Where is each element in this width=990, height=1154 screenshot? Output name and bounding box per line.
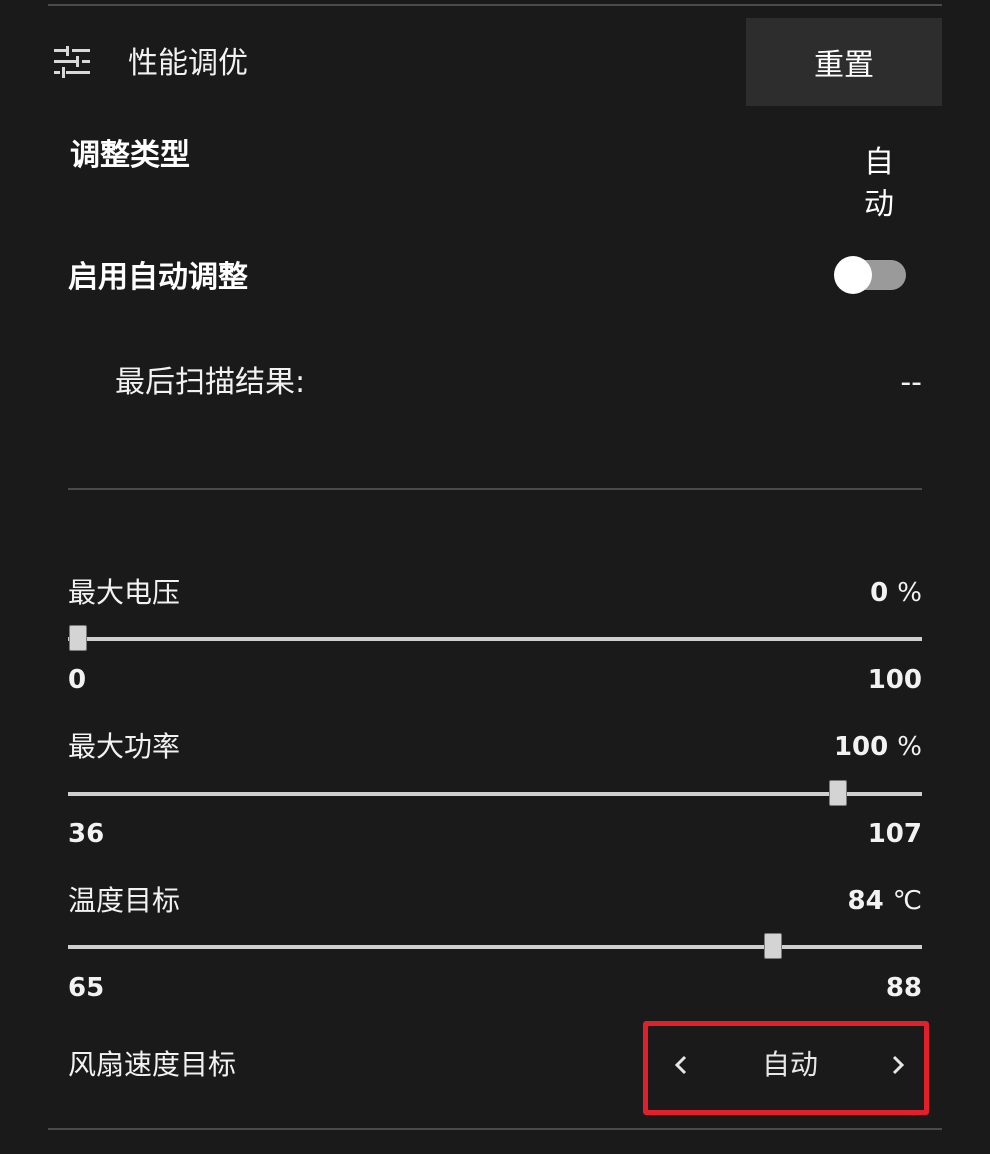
temp-target-unit: ℃ <box>892 886 922 916</box>
temp-target-max: 88 <box>885 973 922 1003</box>
tuning-type-value-line2: 动 <box>864 187 894 222</box>
fan-speed-label: 风扇速度目标 <box>68 1048 237 1081</box>
top-divider <box>48 4 942 6</box>
tuning-type-label: 调整类型 <box>70 138 190 173</box>
max-voltage-value: 0 % <box>870 573 922 613</box>
toggle-knob <box>834 256 872 294</box>
reset-button-label: 重置 <box>814 48 874 83</box>
auto-tuning-toggle[interactable] <box>834 256 906 294</box>
max-power-slider-thumb[interactable] <box>828 780 847 806</box>
temp-target-slider-thumb[interactable] <box>764 933 783 959</box>
last-scan-value: -- <box>900 365 922 400</box>
tuning-type-value: 自 动 <box>858 142 900 226</box>
max-voltage-max: 100 <box>867 665 922 695</box>
fan-speed-prev-button[interactable] <box>665 1046 697 1084</box>
max-power-label: 最大功率 <box>68 730 181 763</box>
max-voltage-slider[interactable] <box>68 625 922 651</box>
reset-button[interactable]: 重置 <box>746 18 942 106</box>
max-power-unit: % <box>897 732 922 762</box>
sliders-icon <box>54 46 90 78</box>
max-power-value: 100 % <box>834 727 922 767</box>
tuning-type-value-line1: 自 <box>864 145 894 180</box>
temp-target-label: 温度目标 <box>68 884 181 917</box>
max-power-max: 107 <box>867 819 922 849</box>
max-power-min: 36 <box>68 819 105 849</box>
max-voltage-min: 0 <box>68 665 87 695</box>
max-power-number: 100 <box>833 732 889 762</box>
max-voltage-unit: % <box>897 578 922 608</box>
last-scan-label: 最后扫描结果: <box>115 365 306 400</box>
max-power-slider[interactable] <box>68 780 922 806</box>
auto-tuning-label: 启用自动调整 <box>68 260 248 295</box>
chevron-right-icon <box>891 1054 905 1076</box>
temp-target-number: 84 <box>847 886 884 916</box>
max-voltage-slider-thumb[interactable] <box>69 625 87 651</box>
max-voltage-label: 最大电压 <box>68 576 181 609</box>
page-title: 性能调优 <box>128 46 248 81</box>
temp-target-value: 84 ℃ <box>848 881 922 921</box>
temp-target-min: 65 <box>68 973 105 1003</box>
fan-speed-value: 自动 <box>761 1048 818 1081</box>
fan-speed-next-button[interactable] <box>882 1046 914 1084</box>
max-voltage-number: 0 <box>870 578 889 608</box>
bottom-divider <box>48 1128 942 1130</box>
temp-target-slider[interactable] <box>68 933 922 959</box>
chevron-left-icon <box>674 1054 688 1076</box>
section-divider <box>68 488 922 490</box>
